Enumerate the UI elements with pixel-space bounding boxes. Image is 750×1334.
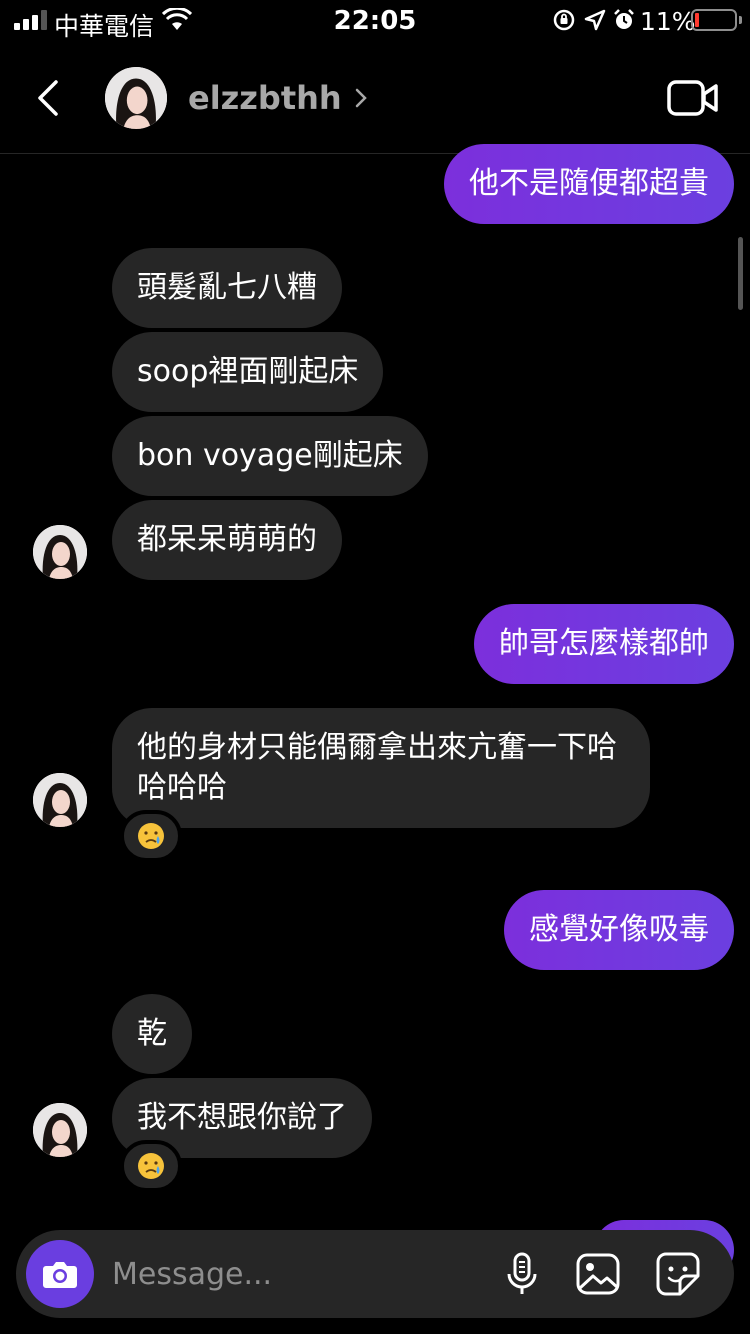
sticker-icon[interactable] [654, 1250, 702, 1298]
crying-face-icon [138, 823, 164, 849]
sent-message[interactable]: 他不是隨便都超貴 [444, 144, 734, 224]
avatar-image [33, 773, 87, 827]
microphone-icon[interactable] [498, 1250, 546, 1298]
sender-avatar[interactable] [33, 1103, 87, 1157]
received-message[interactable]: 乾 [112, 994, 192, 1074]
scrollbar[interactable] [738, 237, 743, 310]
image-icon[interactable] [574, 1250, 622, 1298]
username: elzzbthh [188, 79, 342, 117]
chat-header: elzzbthh [0, 42, 750, 154]
battery-cap [739, 16, 742, 24]
avatar-image [33, 1103, 87, 1157]
received-message[interactable]: soop裡面剛起床 [112, 332, 384, 412]
battery-icon [691, 9, 737, 31]
camera-button[interactable] [26, 1240, 94, 1308]
chevron-right-icon [355, 88, 367, 108]
header-avatar[interactable] [105, 67, 167, 129]
alarm-icon [614, 9, 634, 29]
crying-face-icon [138, 1153, 164, 1179]
avatar-image [105, 67, 167, 129]
received-message[interactable]: 他的身材只能偶爾拿出來亢奮一下哈哈哈哈 [112, 708, 650, 828]
profile-link[interactable]: elzzbthh [188, 78, 368, 118]
message-input[interactable] [112, 1250, 492, 1298]
sender-avatar[interactable] [33, 525, 87, 579]
sender-avatar[interactable] [33, 773, 87, 827]
message-reaction[interactable] [120, 1140, 182, 1192]
received-message[interactable]: 都呆呆萌萌的 [112, 500, 342, 580]
orientation-lock-icon [553, 9, 575, 31]
avatar-image [33, 525, 87, 579]
sent-message[interactable]: 感覺好像吸毒 [504, 890, 734, 970]
status-time: 22:05 [333, 6, 417, 36]
message-composer [16, 1230, 734, 1318]
battery-level [695, 13, 699, 27]
received-message[interactable]: bon voyage剛起床 [112, 416, 428, 496]
camera-icon [43, 1262, 77, 1288]
back-icon[interactable] [28, 76, 68, 120]
location-icon [584, 9, 606, 31]
sent-message[interactable]: 帥哥怎麼樣都帥 [474, 604, 734, 684]
video-call-icon[interactable] [666, 78, 720, 118]
status-bar: 中華電信 22:05 11% [0, 0, 750, 42]
battery-percent: 11% [640, 7, 696, 36]
message-reaction[interactable] [120, 810, 182, 862]
received-message[interactable]: 頭髮亂七八糟 [112, 248, 342, 328]
